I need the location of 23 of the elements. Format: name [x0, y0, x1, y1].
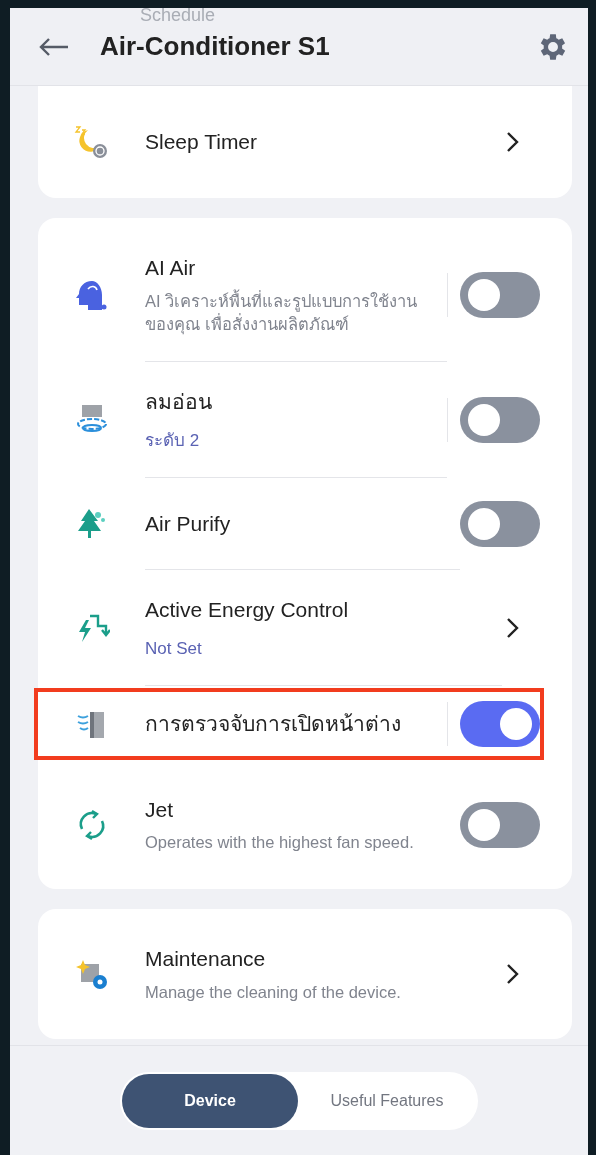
feature-value: ระดับ 2 — [145, 429, 201, 452]
tab[interactable]: Useful Features — [298, 1073, 476, 1128]
feature-title: Jet — [145, 796, 174, 823]
feature-description: Operates with the highest fan speed. — [145, 832, 415, 854]
moon-clock-icon — [74, 124, 110, 160]
toggle-switch[interactable] — [460, 801, 540, 848]
feature-title: AI Air — [145, 255, 197, 281]
feature-description: Manage the cleaning of the device. — [145, 981, 402, 1003]
toggle-switch[interactable] — [460, 272, 540, 319]
feature-title: Active Energy Control — [145, 597, 350, 624]
screen-title: Air-Conditioner S1 — [100, 30, 331, 63]
feature-title: การตรวจจับการเปิดหน้าต่าง — [145, 711, 402, 738]
toggle-switch[interactable] — [460, 501, 540, 548]
feature-description: AI วิเคราะห์พื้นที่และรูปแบบการใช้งานของคุณ เพื่อสั่งงานผลิตภัณฑ์ — [145, 289, 419, 337]
feature-value: Not Set — [145, 637, 203, 660]
tab[interactable]: Device — [122, 1073, 298, 1128]
feature-title: ลมอ่อน — [145, 389, 213, 416]
feature-title: Sleep Timer — [145, 129, 259, 156]
toggle-switch[interactable] — [460, 701, 540, 748]
feature-title: Maintenance — [145, 946, 267, 973]
toggle-switch[interactable] — [460, 397, 540, 444]
faded-menu-label: Schedule — [140, 4, 216, 27]
feature-title: Air Purify — [145, 511, 232, 538]
